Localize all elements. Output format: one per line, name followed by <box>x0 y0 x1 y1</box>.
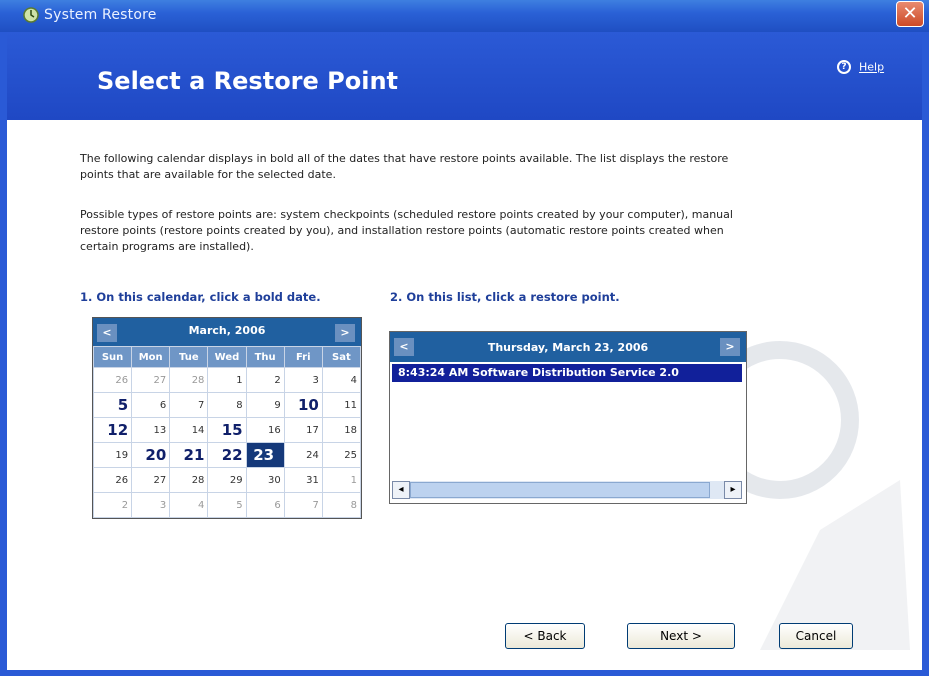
calendar-header: < March, 2006 > <box>93 318 361 346</box>
weekday-header: Mon <box>131 346 171 368</box>
next-button[interactable]: Next > <box>627 623 735 649</box>
scroll-thumb[interactable] <box>410 482 710 498</box>
intro-paragraph: The following calendar displays in bold … <box>80 152 729 181</box>
list-next-day-button[interactable]: > <box>720 338 740 356</box>
calendar-day-cell[interactable]: 24 <box>283 442 323 468</box>
calendar-day-cell[interactable]: 9 <box>245 392 285 418</box>
weekday-header: Wed <box>207 346 247 368</box>
calendar-day-cell[interactable]: 23 <box>245 442 285 468</box>
calendar-day-cell[interactable]: 31 <box>283 467 323 493</box>
calendar-day-cell[interactable]: 5 <box>92 392 133 418</box>
close-button[interactable]: ✕ <box>896 1 924 27</box>
weekday-header: Thu <box>245 346 285 368</box>
calendar-day-cell[interactable]: 4 <box>321 367 362 393</box>
calendar-day-cell[interactable]: 2 <box>245 367 285 393</box>
window-title: System Restore <box>44 7 157 23</box>
step2-instruction: 2. On this list, click a restore point. <box>390 290 620 304</box>
calendar-day-cell[interactable]: 16 <box>245 417 285 443</box>
calendar-day-cell[interactable]: 21 <box>169 442 209 468</box>
help-label: Help <box>859 60 885 74</box>
weekday-header: Sun <box>92 346 133 368</box>
calendar-day-cell[interactable]: 18 <box>321 417 362 443</box>
calendar-day-cell[interactable]: 25 <box>321 442 362 468</box>
list-header: < Thursday, March 23, 2006 > <box>390 332 746 362</box>
calendar-day-cell[interactable]: 17 <box>283 417 323 443</box>
calendar-day-cell[interactable]: 6 <box>131 392 171 418</box>
weekday-header: Sat <box>321 346 362 368</box>
scroll-left-button[interactable]: ◂ <box>392 481 410 499</box>
calendar-day-cell[interactable]: 1 <box>321 467 362 493</box>
calendar-day-cell[interactable]: 7 <box>169 392 209 418</box>
calendar-day-cell[interactable]: 14 <box>169 417 209 443</box>
calendar-day-cell[interactable]: 3 <box>131 492 171 518</box>
weekday-header: Tue <box>169 346 209 368</box>
calendar-day-cell[interactable]: 6 <box>245 492 285 518</box>
help-icon: ? <box>837 60 851 74</box>
restore-types-paragraph: Possible types of restore points are: sy… <box>80 208 733 253</box>
calendar-day-cell[interactable]: 4 <box>169 492 209 518</box>
calendar-day-cell[interactable]: 8 <box>321 492 362 518</box>
wizard-header: Select a Restore Point ? Help <box>0 32 929 120</box>
calendar-day-cell[interactable]: 20 <box>131 442 171 468</box>
cancel-button[interactable]: Cancel <box>779 623 853 649</box>
calendar-week-row: 5 6 7 8 9 10 11 <box>92 392 362 418</box>
calendar-day-cell[interactable]: 29 <box>207 467 247 493</box>
calendar-week-row: 12 13 14 15 16 17 18 <box>92 417 362 443</box>
calendar-day-cell[interactable]: 10 <box>283 392 323 418</box>
back-button[interactable]: < Back <box>505 623 585 649</box>
calendar-day-cell[interactable]: 15 <box>207 417 247 443</box>
calendar-day-cell[interactable]: 1 <box>207 367 247 393</box>
calendar-next-month-button[interactable]: > <box>335 324 355 342</box>
window-frame-bottom <box>0 670 929 676</box>
calendar-day-cell[interactable]: 19 <box>92 442 133 468</box>
calendar-day-cell[interactable]: 26 <box>92 467 133 493</box>
calendar-day-cell[interactable]: 26 <box>92 367 133 393</box>
calendar-week-row: 2345678 <box>92 492 362 518</box>
scroll-right-button[interactable]: ▸ <box>724 481 742 499</box>
calendar-day-cell[interactable]: 11 <box>321 392 362 418</box>
restore-point-list: < Thursday, March 23, 2006 > 8:43:24 AM … <box>389 331 747 504</box>
calendar-grid: Sun Mon Tue Wed Thu Fri Sat 26 27 28 1 2 3 4 5 6 7 8 9 10 1… <box>92 346 362 518</box>
calendar-day-cell[interactable]: 13 <box>131 417 171 443</box>
calendar-day-cell[interactable]: 2 <box>92 492 133 518</box>
calendar-week-row: 26 27 28 29 30 31 1 <box>92 467 362 493</box>
title-bar: System Restore ✕ <box>0 0 929 32</box>
calendar-day-cell[interactable]: 5 <box>207 492 247 518</box>
calendar-day-cell[interactable]: 12 <box>92 417 133 443</box>
calendar-day-cell[interactable]: 27 <box>131 467 171 493</box>
calendar-day-cell[interactable]: 27 <box>131 367 171 393</box>
calendar-day-cell[interactable]: 8 <box>207 392 247 418</box>
window-frame-left <box>0 32 7 676</box>
system-restore-window: System Restore ✕ Select a Restore Point … <box>0 0 929 676</box>
calendar-week-row: 26 27 28 1 2 3 4 <box>92 367 362 393</box>
system-restore-icon <box>23 7 39 23</box>
calendar-day-cell[interactable]: 22 <box>207 442 247 468</box>
calendar-day-cell[interactable]: 3 <box>283 367 323 393</box>
calendar-day-cell[interactable]: 28 <box>169 367 209 393</box>
list-date-label: Thursday, March 23, 2006 <box>487 341 649 354</box>
help-link[interactable]: ? Help <box>837 60 884 74</box>
calendar-day-cell[interactable]: 30 <box>245 467 285 493</box>
page-title: Select a Restore Point <box>97 67 399 95</box>
calendar-day-cell[interactable]: 28 <box>169 467 209 493</box>
restore-calendar: < March, 2006 > Sun Mon Tue Wed Thu Fri Sat 26… <box>92 317 362 519</box>
horizontal-scrollbar[interactable]: ◂ ▸ <box>392 481 742 499</box>
calendar-month-label: March, 2006 <box>188 324 266 337</box>
weekday-header: Fri <box>283 346 323 368</box>
calendar-day-cell[interactable]: 7 <box>283 492 323 518</box>
restore-point-item[interactable]: 8:43:24 AM Software Distribution Service… <box>392 364 742 382</box>
step1-instruction: 1. On this calendar, click a bold date. <box>80 290 321 304</box>
calendar-week-row: 19 20 21 22 23 24 25 <box>92 442 362 468</box>
